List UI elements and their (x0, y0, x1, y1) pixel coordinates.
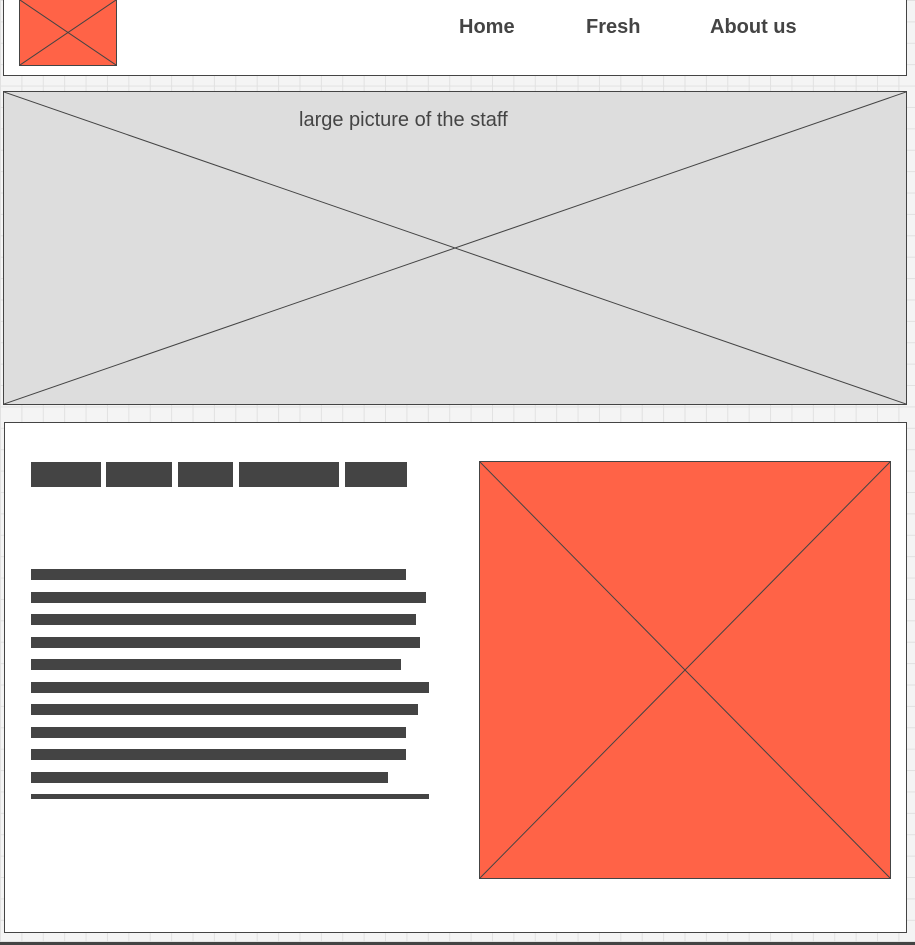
tab-placeholder-2[interactable] (106, 462, 172, 487)
site-header: Home Fresh About us (3, 0, 907, 76)
content-panel (4, 422, 907, 933)
tab-placeholder-3[interactable] (178, 462, 233, 487)
tab-placeholder-1[interactable] (31, 462, 101, 487)
text-line-placeholder (31, 637, 420, 648)
nav-link-about-us[interactable]: About us (710, 16, 797, 38)
text-line-placeholder (31, 749, 406, 760)
tab-placeholder-4[interactable] (239, 462, 339, 487)
text-line-placeholder (31, 704, 418, 715)
text-line-placeholder (31, 772, 388, 783)
text-line-placeholder (31, 682, 429, 693)
content-image-placeholder (479, 461, 891, 879)
text-line-placeholder (31, 569, 406, 580)
text-line-placeholder (31, 727, 406, 738)
nav-link-home[interactable]: Home (459, 16, 515, 38)
image-placeholder-icon (20, 0, 116, 65)
hero-caption: large picture of the staff (299, 109, 508, 131)
text-line-placeholder (31, 659, 401, 670)
image-placeholder-icon (4, 92, 906, 404)
hero-image-placeholder: large picture of the staff (3, 91, 907, 405)
tab-placeholder-5[interactable] (345, 462, 407, 487)
text-line-placeholder (31, 592, 426, 603)
image-placeholder-icon (480, 462, 890, 878)
text-line-placeholder (31, 614, 416, 625)
logo-placeholder[interactable] (19, 0, 117, 66)
nav-link-fresh[interactable]: Fresh (586, 16, 640, 38)
text-line-placeholder (31, 794, 429, 799)
